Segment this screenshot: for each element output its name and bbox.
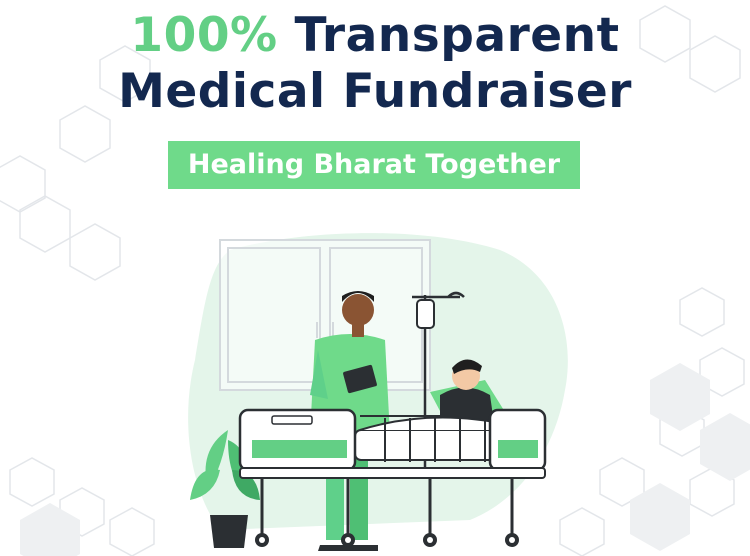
hospital-scene-illustration: [188, 233, 568, 551]
